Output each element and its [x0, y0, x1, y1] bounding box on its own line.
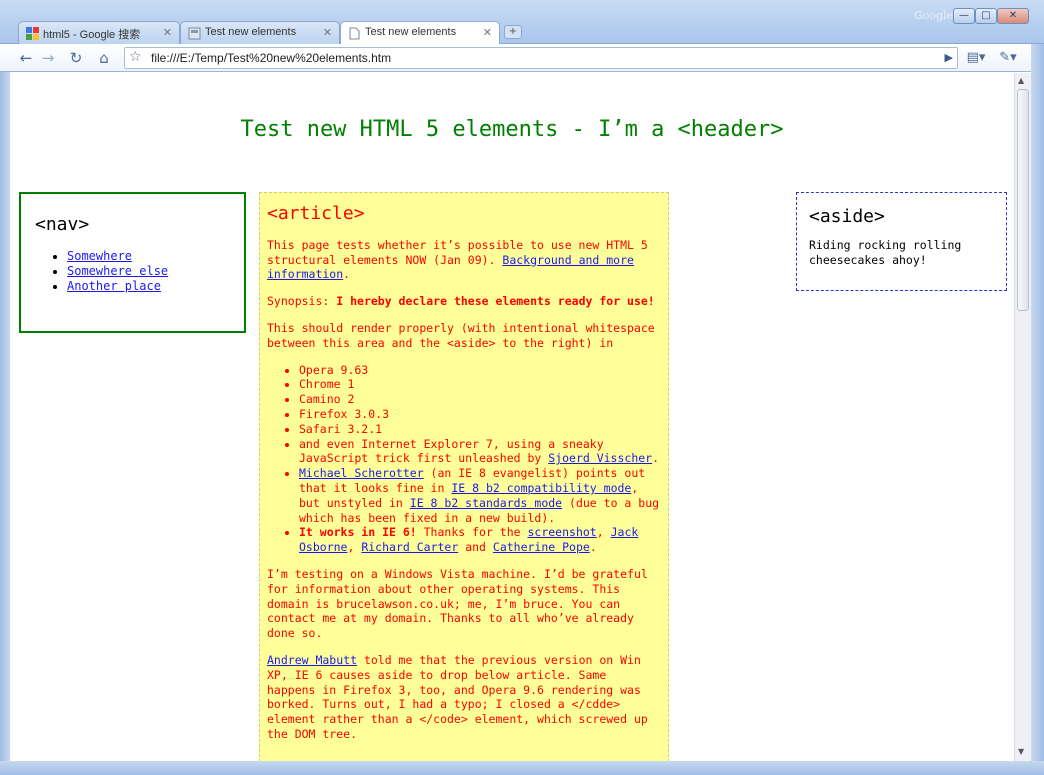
- window-frame-right: [1031, 44, 1044, 775]
- scroll-up-icon[interactable]: ▲: [1018, 76, 1024, 85]
- page-aside: <aside> Riding rocking rolling cheesecak…: [796, 192, 1007, 291]
- andrew-mabutt-link[interactable]: Andrew Mabutt: [267, 653, 357, 667]
- list-item: Firefox 3.0.3: [299, 407, 660, 422]
- intro-end: .: [343, 267, 351, 282]
- close-tab-icon[interactable]: ✕: [163, 26, 172, 39]
- aside-title: <aside>: [809, 206, 885, 227]
- separator: and: [458, 540, 493, 555]
- screenshot-link[interactable]: screenshot: [527, 525, 596, 539]
- ie7-end: .: [652, 451, 660, 466]
- article-xp-note: Andrew Mabutt told me that the previous …: [267, 653, 660, 742]
- list-item: Chrome 1: [299, 377, 660, 392]
- page-favicon: [188, 27, 201, 40]
- list-item: Safari 3.2.1: [299, 422, 660, 437]
- home-icon[interactable]: ⌂: [94, 48, 114, 68]
- list-item: Camino 2: [299, 392, 660, 407]
- list-item-ie6: It works in IE 6! Thanks for the screens…: [299, 525, 660, 555]
- minimize-button[interactable]: —: [953, 8, 975, 24]
- sjoerd-visscher-link[interactable]: Sjoerd Visscher: [548, 451, 652, 465]
- ie6-statement: It works in IE 6!: [299, 525, 417, 540]
- list-item-ie7: and even Internet Explorer 7, using a sn…: [299, 437, 660, 467]
- reload-icon[interactable]: ↻: [66, 48, 86, 68]
- page-favicon: [348, 27, 361, 40]
- page-header: Test new HTML 5 elements - I’m a <header…: [240, 117, 784, 142]
- nav-list: Somewhere Somewhere else Another place: [35, 249, 244, 294]
- browser-titlebar: Google — □ ✕ html5 - Google 搜索 ✕ Test ne…: [0, 0, 1044, 45]
- google-favicon: [26, 27, 39, 40]
- list-item: Opera 9.63: [299, 363, 660, 378]
- wrench-menu-icon[interactable]: ✎▾: [998, 48, 1018, 68]
- article-render-note: This should render properly (with intent…: [267, 320, 655, 350]
- article-intro: This page tests whether it’s possible to…: [267, 238, 660, 282]
- nav-link-another-place[interactable]: Another place: [67, 279, 161, 293]
- tab-label: html5 - Google 搜索: [43, 29, 141, 41]
- aside-text: Riding rocking rolling cheesecakes ahoy!: [809, 238, 962, 267]
- url-text[interactable]: file:///E:/Temp/Test%20new%20elements.ht…: [151, 51, 391, 65]
- tab-test-elements-active[interactable]: Test new elements ✕: [340, 21, 500, 45]
- tab-label: Test new elements: [365, 26, 457, 38]
- michael-scherotter-link[interactable]: Michael Scherotter: [299, 466, 424, 480]
- tab-test-elements[interactable]: Test new elements ✕: [180, 21, 340, 44]
- page-article: <article> This page tests whether it’s p…: [259, 192, 669, 761]
- bookmark-star-icon[interactable]: ☆: [129, 49, 142, 65]
- new-tab-button[interactable]: +: [504, 25, 522, 39]
- address-bar[interactable]: ☆ file:///E:/Temp/Test%20new%20elements.…: [124, 47, 958, 69]
- scrollbar-thumb[interactable]: [1017, 89, 1029, 311]
- back-arrow-icon[interactable]: ←: [16, 48, 36, 68]
- forward-arrow-icon[interactable]: →: [38, 48, 58, 68]
- article-synopsis: Synopsis: I hereby declare these element…: [267, 294, 660, 309]
- ie6-text: Thanks for the: [416, 525, 528, 540]
- close-tab-icon[interactable]: ✕: [323, 26, 332, 39]
- list-item: Somewhere else: [67, 264, 244, 279]
- vertical-scrollbar[interactable]: ▲ ▼: [1014, 73, 1031, 761]
- google-brand: Google: [914, 9, 954, 22]
- tab-label: Test new elements: [205, 26, 297, 38]
- maximize-button[interactable]: □: [975, 8, 997, 24]
- synopsis-statement: I hereby declare these elements ready fo…: [336, 294, 655, 309]
- richard-carter-link[interactable]: Richard Carter: [361, 540, 458, 554]
- ie6-end: .: [589, 540, 597, 555]
- page-menu-icon[interactable]: ▤▾: [966, 48, 986, 68]
- ie8-standards-mode-link[interactable]: IE 8 b2 standards mode: [410, 496, 562, 510]
- browser-toolbar: ← → ↻ ⌂ ☆ file:///E:/Temp/Test%20new%20e…: [0, 44, 1044, 72]
- close-window-button[interactable]: ✕: [997, 8, 1029, 24]
- article-testing-note: I’m testing on a Windows Vista machine. …: [267, 566, 648, 641]
- window-frame-left: [0, 72, 10, 775]
- separator: ,: [596, 525, 611, 540]
- tab-google-search[interactable]: html5 - Google 搜索 ✕: [18, 21, 180, 44]
- page-viewport: Test new HTML 5 elements - I’m a <header…: [10, 73, 1014, 761]
- separator: ,: [347, 540, 362, 555]
- list-item-ie8: Michael Scherotter (an IE 8 evangelist) …: [299, 466, 660, 525]
- nav-link-somewhere[interactable]: Somewhere: [67, 249, 132, 263]
- page-nav: <nav> Somewhere Somewhere else Another p…: [19, 192, 246, 333]
- nav-link-somewhere-else[interactable]: Somewhere else: [67, 264, 168, 278]
- article-title: <article>: [267, 203, 365, 224]
- synopsis-label: Synopsis:: [267, 294, 337, 309]
- close-tab-icon[interactable]: ✕: [483, 26, 492, 39]
- window-frame-bottom: [0, 761, 1044, 775]
- list-item: Somewhere: [67, 249, 244, 264]
- go-arrow-icon[interactable]: ▶: [945, 51, 953, 64]
- ie8-compat-mode-link[interactable]: IE 8 b2 compatibility mode: [451, 481, 631, 495]
- list-item: Another place: [67, 279, 244, 294]
- scroll-down-icon[interactable]: ▼: [1018, 747, 1024, 756]
- browser-list: Opera 9.63 Chrome 1 Camino 2 Firefox 3.0…: [267, 363, 660, 555]
- nav-title: <nav>: [35, 214, 90, 235]
- catherine-pope-link[interactable]: Catherine Pope: [493, 540, 590, 554]
